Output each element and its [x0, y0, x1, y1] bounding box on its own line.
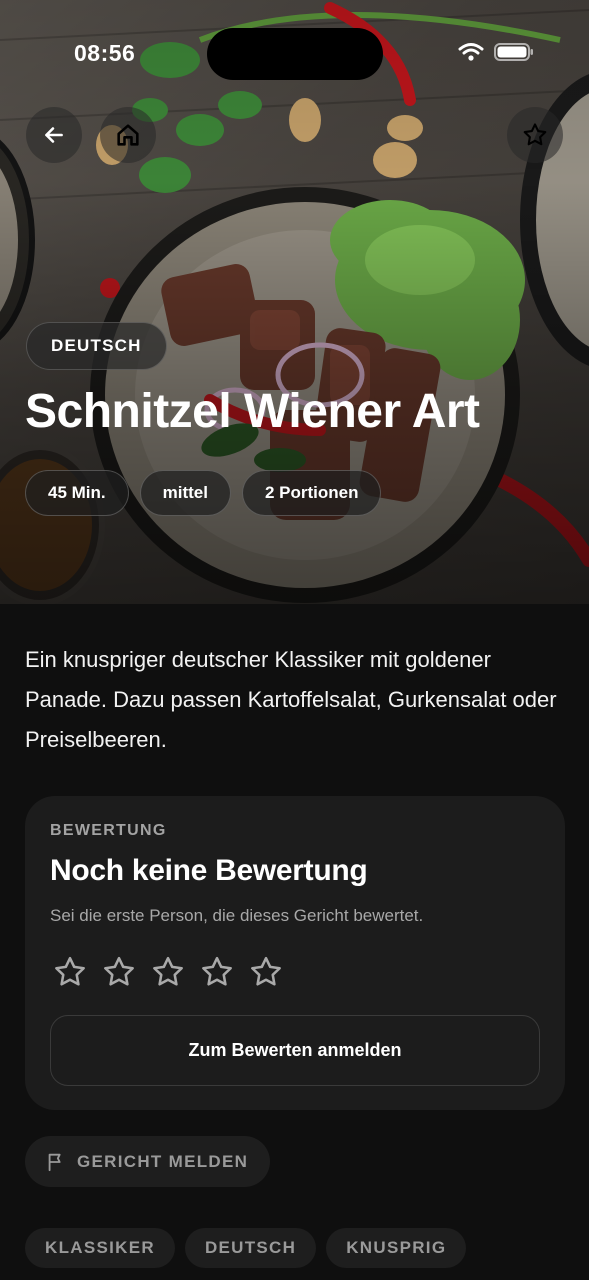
cuisine-chip: DEUTSCH — [26, 322, 167, 370]
star-2-icon[interactable] — [101, 954, 137, 990]
difficulty-chip: mittel — [139, 470, 231, 516]
home-icon — [117, 124, 139, 146]
wifi-icon — [458, 43, 484, 61]
report-dish-label: GERICHT MELDEN — [77, 1151, 249, 1171]
dish-title: Schnitzel Wiener Art — [25, 385, 480, 438]
favorite-button[interactable] — [507, 107, 563, 163]
meta-row: 45 Min. mittel 2 Portionen — [25, 470, 382, 516]
star-3-icon[interactable] — [150, 954, 186, 990]
login-to-rate-button[interactable]: Zum Bewerten anmelden — [50, 1015, 540, 1086]
report-dish-button[interactable]: GERICHT MELDEN — [25, 1136, 271, 1187]
tag-chip[interactable]: KNUSPRIG — [326, 1228, 467, 1268]
star-rating[interactable] — [52, 954, 284, 990]
status-time: 08:56 — [74, 40, 136, 66]
time-chip: 45 Min. — [25, 470, 129, 516]
arrow-left-icon — [45, 127, 63, 143]
servings-chip: 2 Portionen — [241, 470, 382, 516]
battery-icon — [494, 43, 533, 61]
star-outline-icon — [523, 123, 547, 146]
tag-list: KLASSIKER DEUTSCH KNUSPRIG — [25, 1228, 467, 1268]
flag-icon — [48, 1153, 61, 1171]
rating-card: BEWERTUNG Noch keine Bewertung Sei die e… — [25, 796, 565, 1110]
dynamic-island — [207, 28, 383, 80]
dish-description: Ein knuspriger deutscher Klassiker mit g… — [25, 647, 557, 752]
star-5-icon[interactable] — [248, 954, 284, 990]
home-button[interactable] — [100, 107, 156, 163]
rating-eyebrow: BEWERTUNG — [50, 822, 167, 839]
back-button[interactable] — [26, 107, 82, 163]
rating-title: Noch keine Bewertung — [50, 854, 368, 887]
status-icons — [458, 42, 534, 62]
rating-subtitle: Sei die erste Person, die dieses Gericht… — [50, 906, 424, 925]
tag-chip[interactable]: DEUTSCH — [184, 1228, 317, 1268]
star-4-icon[interactable] — [199, 954, 235, 990]
tag-chip[interactable]: KLASSIKER — [25, 1228, 175, 1268]
star-1-icon[interactable] — [52, 954, 88, 990]
